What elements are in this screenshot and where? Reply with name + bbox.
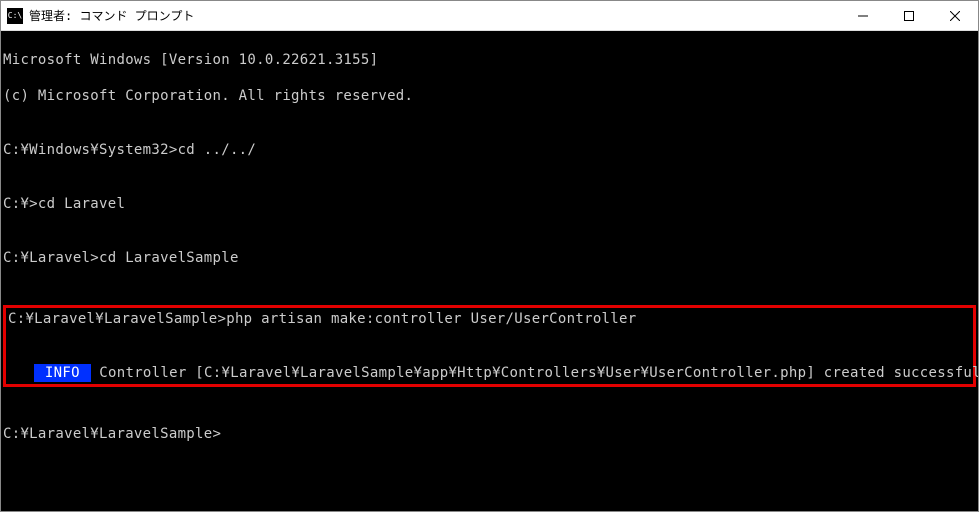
minimize-icon bbox=[858, 11, 868, 21]
terminal-area[interactable]: Microsoft Windows [Version 10.0.22621.31… bbox=[1, 31, 978, 511]
maximize-button[interactable] bbox=[886, 1, 932, 31]
terminal-prompt: C:¥Laravel¥LaravelSample> bbox=[3, 425, 976, 443]
terminal-line: C:¥Windows¥System32>cd ../../ bbox=[3, 141, 976, 159]
maximize-icon bbox=[904, 11, 914, 21]
terminal-line-command: C:¥Laravel¥LaravelSample>php artisan mak… bbox=[8, 310, 971, 328]
info-indent bbox=[8, 365, 34, 381]
terminal-line: (c) Microsoft Corporation. All rights re… bbox=[3, 87, 976, 105]
command-prompt-window: C:\ 管理者: コマンド プロンプト Microsoft Windows [V… bbox=[0, 0, 979, 512]
close-button[interactable] bbox=[932, 1, 978, 31]
terminal-line: Microsoft Windows [Version 10.0.22621.31… bbox=[3, 51, 976, 69]
terminal-line: C:¥>cd Laravel bbox=[3, 195, 976, 213]
highlighted-region: C:¥Laravel¥LaravelSample>php artisan mak… bbox=[3, 305, 976, 387]
close-icon bbox=[950, 11, 960, 21]
info-badge: INFO bbox=[34, 364, 90, 382]
terminal-line: C:¥Laravel>cd LaravelSample bbox=[3, 249, 976, 267]
terminal-line-info: INFO Controller [C:¥Laravel¥LaravelSampl… bbox=[8, 364, 971, 382]
titlebar[interactable]: C:\ 管理者: コマンド プロンプト bbox=[1, 1, 978, 31]
window-title: 管理者: コマンド プロンプト bbox=[29, 7, 194, 24]
cmd-icon: C:\ bbox=[7, 8, 23, 24]
minimize-button[interactable] bbox=[840, 1, 886, 31]
info-message: Controller [C:¥Laravel¥LaravelSample¥app… bbox=[91, 365, 978, 381]
